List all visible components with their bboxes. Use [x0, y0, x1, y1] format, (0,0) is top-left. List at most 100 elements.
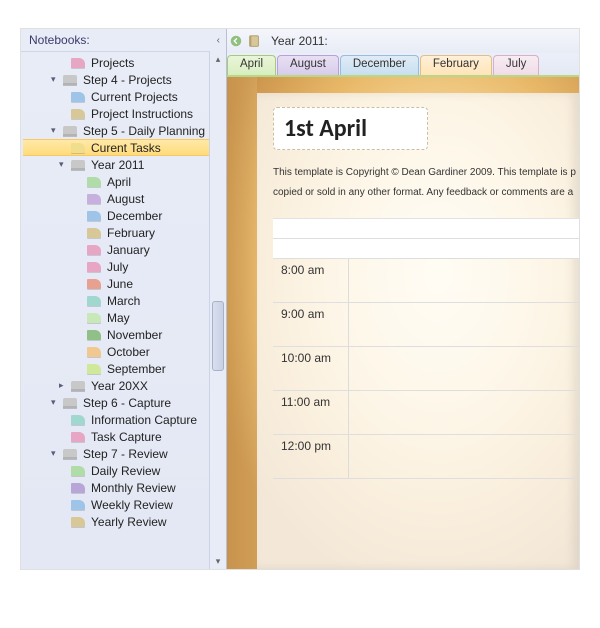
- section-tab[interactable]: April: [227, 55, 276, 75]
- sidebar-header: Notebooks: ‹: [21, 29, 226, 52]
- chevron-right-icon[interactable]: ▸: [59, 380, 71, 391]
- tree-item[interactable]: May: [23, 309, 226, 326]
- tree-item[interactable]: January: [23, 241, 226, 258]
- notebook-icon[interactable]: [247, 34, 261, 48]
- section-tab[interactable]: February: [420, 55, 492, 75]
- time-slot[interactable]: [349, 259, 579, 303]
- tree-item[interactable]: April: [23, 173, 226, 190]
- tree-item[interactable]: December: [23, 207, 226, 224]
- section-tab-icon: [87, 279, 101, 289]
- time-slot[interactable]: [349, 435, 579, 479]
- tree-item-label: Weekly Review: [91, 498, 173, 512]
- tree-item[interactable]: Yearly Review: [23, 513, 226, 530]
- tree-group[interactable]: ▾ Step 4 - Projects: [23, 71, 226, 88]
- section-tab-bar: AprilAugustDecemberFebruaryJuly: [227, 53, 579, 75]
- tree-item[interactable]: July: [23, 258, 226, 275]
- tree-item[interactable]: Curent Tasks: [23, 139, 226, 156]
- chevron-down-icon[interactable]: ▾: [51, 448, 63, 459]
- tree-item[interactable]: Weekly Review: [23, 496, 226, 513]
- chevron-down-icon[interactable]: ▾: [51, 125, 63, 136]
- tree-item[interactable]: Monthly Review: [23, 479, 226, 496]
- tree-item-label: May: [107, 311, 130, 325]
- tree-item-label: Daily Review: [91, 464, 160, 478]
- tree-group[interactable]: ▾ Step 7 - Review: [23, 445, 226, 462]
- time-label: 11:00 am: [273, 391, 348, 435]
- tree-item[interactable]: Current Projects: [23, 88, 226, 105]
- notebook-group-icon: [63, 126, 77, 136]
- chevron-down-icon[interactable]: ▾: [51, 74, 63, 85]
- tree-item[interactable]: Information Capture: [23, 411, 226, 428]
- page-content[interactable]: 1st April This template is Copyright © D…: [257, 93, 579, 569]
- notebook-group-icon: [71, 160, 85, 170]
- notebook-group-icon: [71, 381, 85, 391]
- tree-item-label: Task Capture: [91, 430, 162, 444]
- tree-item[interactable]: June: [23, 275, 226, 292]
- sidebar-collapse-icon[interactable]: ‹: [217, 35, 220, 46]
- tree-item[interactable]: Daily Review: [23, 462, 226, 479]
- tree-group[interactable]: ▾ Step 6 - Capture: [23, 394, 226, 411]
- notebook-tree[interactable]: Projects ▾ Step 4 - ProjectsCurrent Projec…: [21, 52, 226, 569]
- tree-item-label: Step 5 - Daily Planning: [83, 124, 205, 138]
- page-margin-decoration: [227, 77, 257, 569]
- tree-item-label: September: [107, 362, 166, 376]
- sidebar-scrollbar[interactable]: ▴ ▾: [209, 51, 226, 569]
- tree-item[interactable]: Project Instructions: [23, 105, 226, 122]
- tree-item-label: Step 6 - Capture: [83, 396, 171, 410]
- tree-item[interactable]: February: [23, 224, 226, 241]
- breadcrumb-item[interactable]: Year 2011:: [265, 33, 334, 49]
- page-title-container[interactable]: 1st April: [273, 107, 428, 150]
- time-slot[interactable]: [349, 303, 579, 347]
- tree-item-label: February: [107, 226, 155, 240]
- section-tab-icon: [87, 364, 101, 374]
- chevron-down-icon[interactable]: ▾: [59, 159, 71, 170]
- section-tab-icon: [87, 177, 101, 187]
- tree-group[interactable]: ▾Year 2011: [23, 156, 226, 173]
- notebook-group-icon: [63, 398, 77, 408]
- tree-item-label: Yearly Review: [91, 515, 167, 529]
- tree-item[interactable]: Task Capture: [23, 428, 226, 445]
- tree-item[interactable]: September: [23, 360, 226, 377]
- section-tab[interactable]: July: [493, 55, 539, 75]
- time-slot[interactable]: [349, 391, 579, 435]
- section-tab-icon: [87, 347, 101, 357]
- time-label: 9:00 am: [273, 303, 348, 347]
- tree-item-label: Step 7 - Review: [83, 447, 168, 461]
- section-tab-icon: [87, 330, 101, 340]
- page-title[interactable]: 1st April: [284, 114, 367, 143]
- section-tab[interactable]: December: [340, 55, 419, 75]
- chevron-down-icon[interactable]: ▾: [51, 397, 63, 408]
- section-tab-icon: [87, 211, 101, 221]
- section-tab-icon: [71, 483, 85, 493]
- tree-item[interactable]: Projects: [23, 54, 226, 71]
- tree-item-label: June: [107, 277, 133, 291]
- breadcrumb-bar: Year 2011:: [227, 29, 579, 53]
- tree-item-label: Step 4 - Projects: [83, 73, 172, 87]
- blank-line[interactable]: [273, 219, 579, 239]
- section-tab[interactable]: August: [277, 55, 339, 75]
- tree-item-label: Monthly Review: [91, 481, 176, 495]
- tree-item[interactable]: August: [23, 190, 226, 207]
- tree-item-label: March: [107, 294, 140, 308]
- tree-item[interactable]: March: [23, 292, 226, 309]
- section-tab-icon: [71, 109, 85, 119]
- tree-group[interactable]: ▸Year 20XX: [23, 377, 226, 394]
- section-tab-icon: [71, 500, 85, 510]
- tree-group[interactable]: ▾ Step 5 - Daily Planning: [23, 122, 226, 139]
- main-area: Year 2011: AprilAugustDecemberFebruaryJu…: [227, 29, 579, 569]
- tree-item-label: Information Capture: [91, 413, 197, 427]
- copyright-line-1: This template is Copyright © Dean Gardin…: [273, 166, 579, 180]
- scrollbar-thumb[interactable]: [212, 301, 224, 371]
- back-nav-icon[interactable]: [229, 34, 243, 48]
- scroll-down-icon[interactable]: ▾: [210, 553, 226, 569]
- notebook-group-icon: [63, 75, 77, 85]
- tree-item-label: November: [107, 328, 162, 342]
- section-tab-icon: [87, 194, 101, 204]
- blank-line[interactable]: [273, 239, 579, 259]
- tree-item[interactable]: November: [23, 326, 226, 343]
- time-slots-column[interactable]: [349, 259, 579, 479]
- tree-item[interactable]: October: [23, 343, 226, 360]
- time-label: 8:00 am: [273, 259, 348, 303]
- notebook-group-icon: [63, 449, 77, 459]
- scroll-up-icon[interactable]: ▴: [210, 51, 226, 67]
- time-slot[interactable]: [349, 347, 579, 391]
